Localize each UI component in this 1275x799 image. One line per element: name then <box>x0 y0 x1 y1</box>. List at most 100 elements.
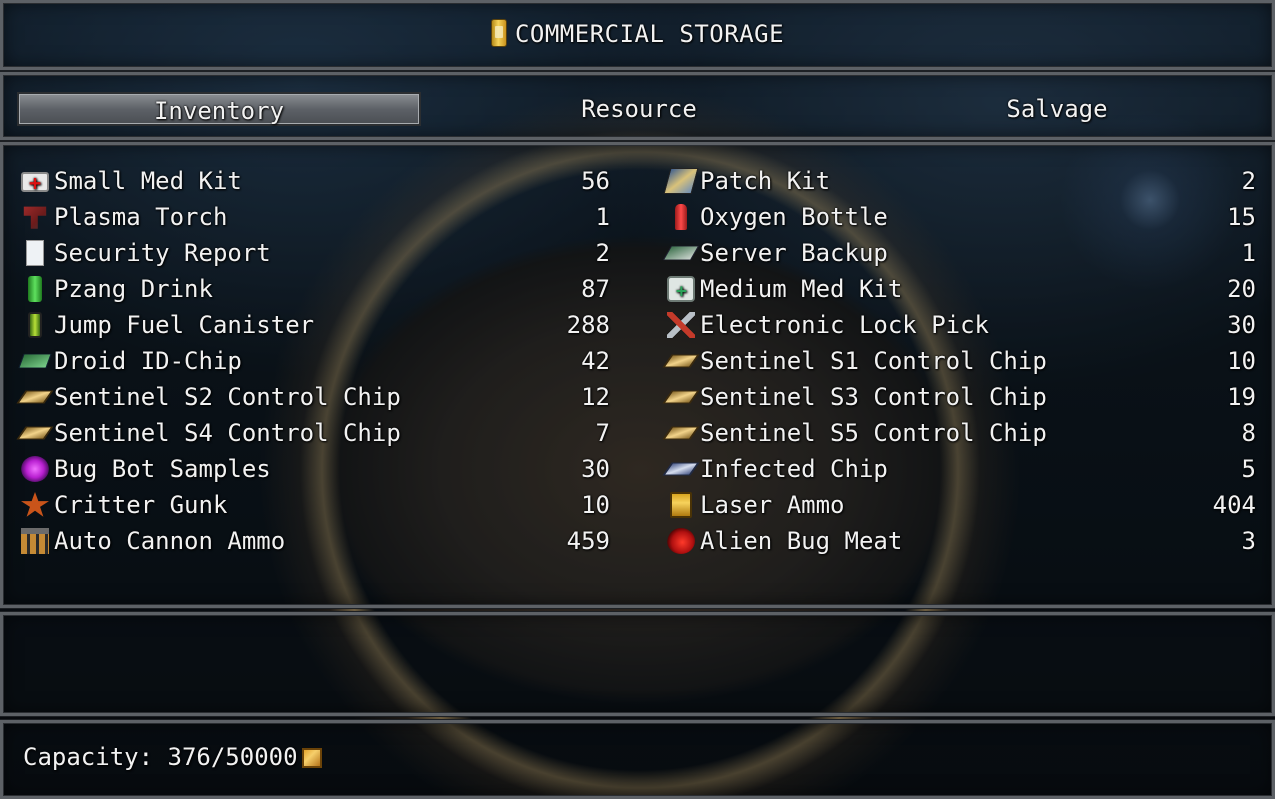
capacity-bar: Capacity: 376/50000 <box>0 719 1275 799</box>
control-chip-icon <box>662 390 700 404</box>
plasma-torch-icon <box>23 206 47 229</box>
item-quantity: 288 <box>566 311 610 339</box>
list-item[interactable]: Auto Cannon Ammo 459 <box>17 523 617 559</box>
control-chip-icon <box>16 390 54 404</box>
item-quantity: 5 <box>1241 455 1256 483</box>
list-item[interactable]: Droid ID-Chip 42 <box>17 343 617 379</box>
item-name: Jump Fuel Canister <box>54 311 315 339</box>
list-item[interactable]: Sentinel S4 Control Chip 7 <box>16 415 617 451</box>
item-quantity: 19 <box>1227 383 1256 411</box>
list-item[interactable]: Bug Bot Samples 30 <box>17 451 617 487</box>
control-chip-icon <box>662 354 700 368</box>
item-name: Laser Ammo <box>700 491 845 519</box>
critter-gunk-icon <box>21 492 49 517</box>
item-quantity: 15 <box>1227 203 1256 231</box>
list-item[interactable]: Jump Fuel Canister 288 <box>17 307 617 343</box>
item-name: Electronic Lock Pick <box>700 311 989 339</box>
item-name: Sentinel S4 Control Chip <box>54 419 401 447</box>
crate-icon <box>301 748 322 768</box>
item-column-left: Small Med Kit 56 Plasma Torch 1 Security R… <box>16 163 617 559</box>
capacity-text: Capacity: 376/50000 <box>23 743 298 771</box>
item-quantity: 87 <box>581 275 610 303</box>
item-quantity: 10 <box>581 491 610 519</box>
item-quantity: 459 <box>566 527 610 555</box>
infected-chip-icon <box>662 462 700 476</box>
server-backup-icon <box>662 245 700 261</box>
small-med-kit-icon <box>21 165 49 201</box>
title-text: COMMERCIAL STORAGE <box>514 20 785 48</box>
tab-inventory[interactable]: Inventory <box>17 92 421 126</box>
item-quantity: 2 <box>1241 167 1256 195</box>
list-item[interactable]: Critter Gunk 10 <box>17 487 617 523</box>
list-item[interactable]: Medium Med Kit 20 <box>663 271 1263 310</box>
capacity-readout: Capacity: 376/50000 <box>23 743 322 771</box>
list-item[interactable]: Sentinel S2 Control Chip 12 <box>16 379 617 415</box>
item-name: Pzang Drink <box>54 275 213 303</box>
item-name: Plasma Torch <box>54 203 228 231</box>
list-item[interactable]: Small Med Kit 56 <box>17 163 617 201</box>
window-title: COMMERCIAL STORAGE <box>3 19 1272 48</box>
electronic-lock-pick-icon <box>667 312 695 338</box>
list-item[interactable]: Sentinel S1 Control Chip 10 <box>662 343 1263 379</box>
item-quantity: 20 <box>1227 275 1256 303</box>
item-name: Infected Chip <box>700 455 888 483</box>
patch-kit-icon <box>663 168 699 194</box>
item-name: Sentinel S2 Control Chip <box>54 383 401 411</box>
list-item[interactable]: Server Backup 1 <box>662 235 1263 271</box>
list-item[interactable]: Oxygen Bottle 15 <box>663 199 1263 235</box>
item-name: Critter Gunk <box>54 491 228 519</box>
item-name: Patch Kit <box>700 167 831 195</box>
item-quantity: 12 <box>581 383 610 411</box>
list-item[interactable]: Alien Bug Meat 3 <box>663 523 1263 559</box>
item-name: Auto Cannon Ammo <box>54 527 286 555</box>
item-quantity: 404 <box>1212 491 1256 519</box>
medium-med-kit-icon <box>667 274 695 310</box>
item-quantity: 1 <box>595 203 610 231</box>
item-name: Sentinel S3 Control Chip <box>700 383 1047 411</box>
item-quantity: 7 <box>595 419 610 447</box>
item-column-right: Patch Kit 2 Oxygen Bottle 15 Server Backup… <box>662 163 1263 559</box>
tab-salvage[interactable]: Salvage <box>855 92 1259 126</box>
item-name: Oxygen Bottle <box>700 203 888 231</box>
item-name: Alien Bug Meat <box>700 527 903 555</box>
list-item[interactable]: Patch Kit 2 <box>663 163 1263 199</box>
droid-id-chip-icon <box>18 353 52 369</box>
laser-ammo-icon <box>670 492 692 518</box>
list-item[interactable]: Security Report 2 <box>17 235 617 271</box>
item-name: Medium Med Kit <box>700 275 903 303</box>
item-name: Small Med Kit <box>54 167 242 195</box>
list-item[interactable]: Infected Chip 5 <box>662 451 1263 487</box>
jump-fuel-canister-icon <box>28 312 42 338</box>
item-quantity: 1 <box>1241 239 1256 267</box>
list-item[interactable]: Electronic Lock Pick 30 <box>663 307 1263 343</box>
item-name: Server Backup <box>700 239 888 267</box>
item-quantity: 2 <box>595 239 610 267</box>
list-item[interactable]: Sentinel S3 Control Chip 19 <box>662 379 1263 415</box>
tab-resource[interactable]: Resource <box>437 92 841 126</box>
list-item[interactable]: Plasma Torch 1 <box>17 199 617 235</box>
item-name: Sentinel S1 Control Chip <box>700 347 1047 375</box>
list-item[interactable]: Sentinel S5 Control Chip 8 <box>662 415 1263 451</box>
item-name: Sentinel S5 Control Chip <box>700 419 1047 447</box>
alien-bug-meat-icon <box>667 528 695 554</box>
game-screen: COMMERCIAL STORAGE Inventory Resource Sa… <box>0 0 1275 799</box>
list-item[interactable]: Laser Ammo 404 <box>663 487 1263 523</box>
auto-cannon-ammo-icon <box>21 528 49 554</box>
security-report-icon <box>26 240 44 266</box>
item-quantity: 3 <box>1241 527 1256 555</box>
oxygen-bottle-icon <box>675 204 687 230</box>
pzang-drink-icon <box>28 276 42 302</box>
control-chip-icon <box>662 426 700 440</box>
control-chip-icon <box>16 426 54 440</box>
item-quantity: 56 <box>581 167 610 195</box>
battery-canister-icon <box>490 19 507 47</box>
item-list: Small Med Kit 56 Plasma Torch 1 Security R… <box>0 141 1275 609</box>
item-name: Bug Bot Samples <box>54 455 271 483</box>
list-item[interactable]: Pzang Drink 87 <box>17 271 617 307</box>
category-tabs: Inventory Resource Salvage <box>0 71 1275 141</box>
bug-bot-samples-icon <box>21 456 49 482</box>
item-description-panel <box>0 611 1275 717</box>
item-quantity: 30 <box>1227 311 1256 339</box>
item-quantity: 8 <box>1241 419 1256 447</box>
title-bar: COMMERCIAL STORAGE <box>0 0 1275 71</box>
